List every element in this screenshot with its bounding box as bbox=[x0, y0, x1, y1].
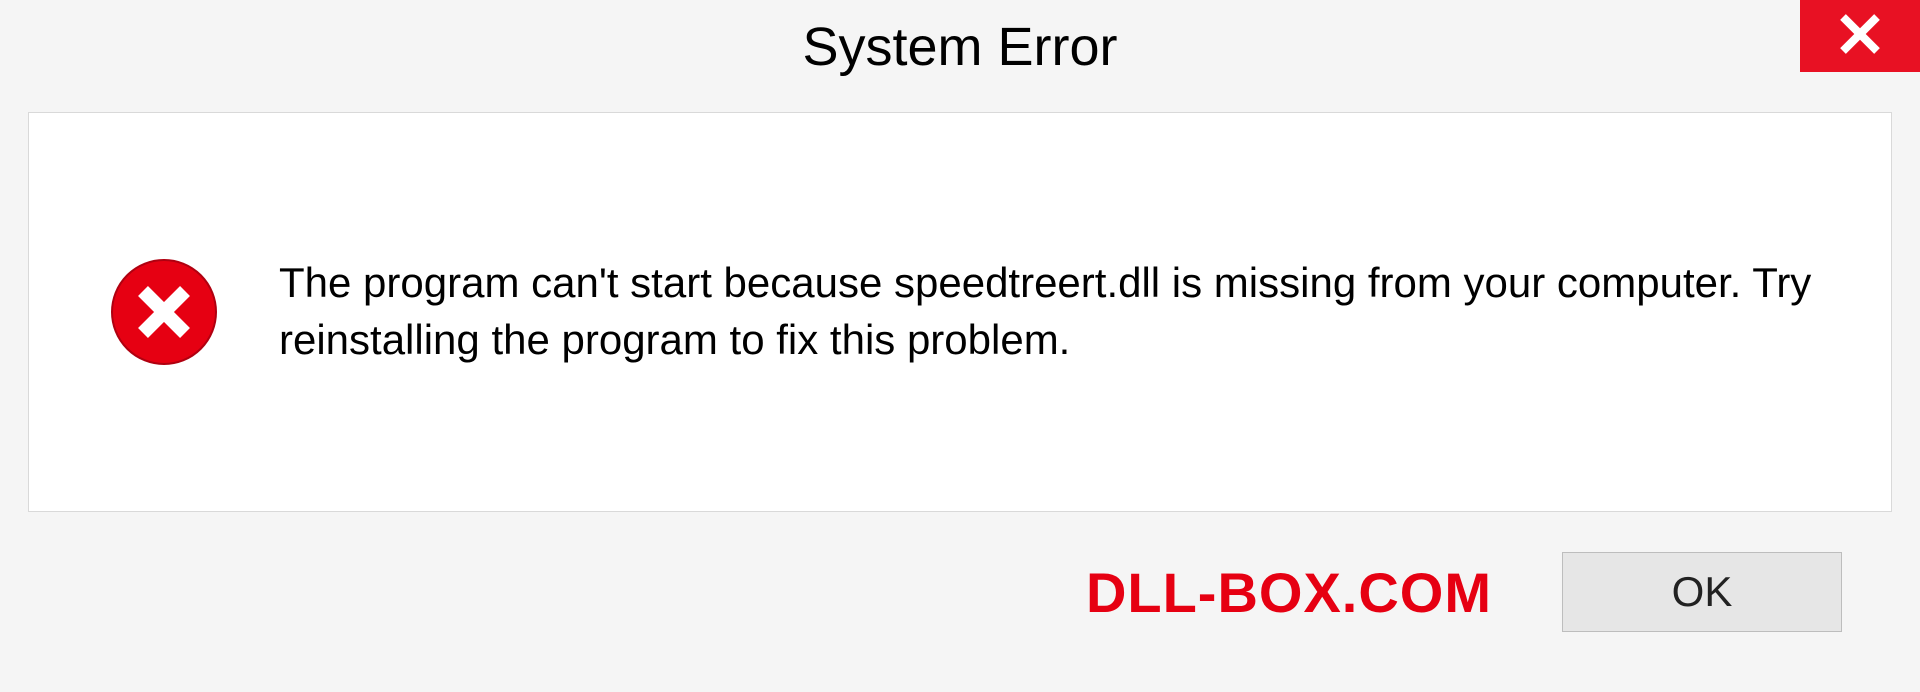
titlebar: System Error bbox=[0, 0, 1920, 100]
close-button[interactable] bbox=[1800, 0, 1920, 72]
dialog-title: System Error bbox=[802, 16, 1117, 78]
close-icon bbox=[1837, 11, 1883, 62]
content-area: The program can't start because speedtre… bbox=[28, 112, 1892, 512]
ok-button[interactable]: OK bbox=[1562, 552, 1842, 632]
dialog-footer: DLL-BOX.COM OK bbox=[28, 512, 1892, 672]
system-error-dialog: System Error The program can't start bec… bbox=[0, 0, 1920, 692]
error-icon bbox=[109, 257, 219, 367]
watermark-text: DLL-BOX.COM bbox=[1086, 560, 1492, 625]
error-message: The program can't start because speedtre… bbox=[279, 255, 1831, 368]
